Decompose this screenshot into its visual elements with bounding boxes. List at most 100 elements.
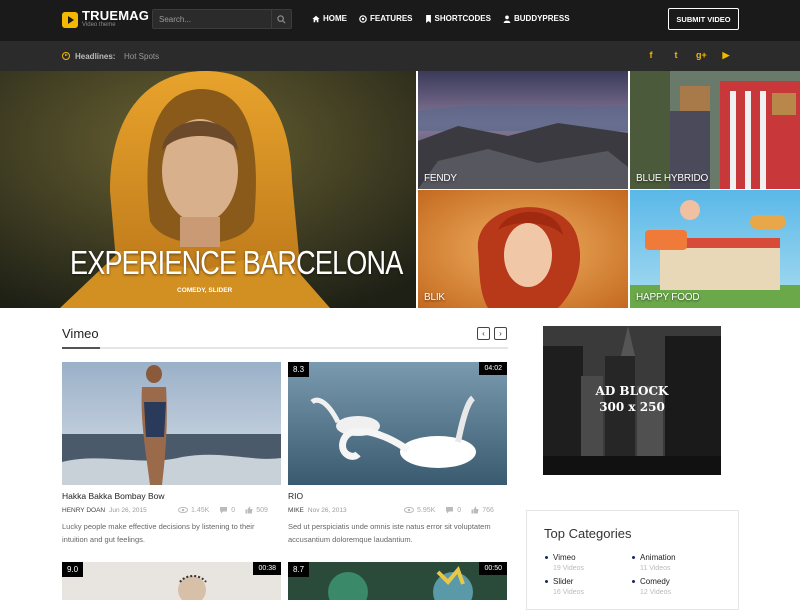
views-count: 5.95K bbox=[417, 506, 436, 514]
search-icon bbox=[277, 14, 286, 24]
social-links: f t g+ ▶ bbox=[646, 50, 731, 61]
tile-photo bbox=[630, 190, 800, 308]
comment-icon bbox=[446, 507, 454, 514]
thumbnail-photo bbox=[62, 362, 281, 485]
video-stats: 5.95K 0 766 bbox=[404, 506, 494, 514]
video-thumbnail[interactable] bbox=[62, 362, 281, 485]
hero-categories[interactable]: COMEDY, SLIDER bbox=[177, 287, 232, 294]
submit-video-button[interactable]: SUBMIT VIDEO bbox=[668, 8, 739, 30]
video-date: Nov 26, 2013 bbox=[307, 507, 347, 514]
section-divider bbox=[62, 347, 508, 349]
nav-shortcodes[interactable]: SHORTCODES bbox=[425, 14, 491, 23]
featured-tile-blik[interactable]: BLIK bbox=[418, 190, 628, 308]
video-date: Jun 26, 2015 bbox=[109, 507, 147, 514]
comments-stat: 0 bbox=[219, 506, 235, 514]
logo-name: TRUEMAG bbox=[82, 8, 150, 23]
top-categories-widget: Top Categories Vimeo 19 Videos Animation… bbox=[526, 510, 739, 610]
prev-button[interactable]: ‹ bbox=[477, 327, 490, 340]
headline-play-icon bbox=[62, 52, 70, 60]
tile-photo bbox=[418, 190, 628, 308]
nav-features[interactable]: FEATURES bbox=[359, 14, 413, 23]
tile-title: HAPPY FOOD bbox=[636, 292, 700, 303]
video-thumbnail[interactable]: 8.7 00:50 bbox=[288, 562, 507, 600]
featured-tile-blue-hybrido[interactable]: BLUE HYBRIDO bbox=[630, 71, 800, 189]
ad-label: AD BLOCK 300 x 250 bbox=[543, 383, 721, 415]
nav-home-label: HOME bbox=[323, 14, 347, 23]
comments-count: 0 bbox=[457, 506, 462, 514]
duration-badge: 04:02 bbox=[479, 362, 507, 375]
tile-title: BLUE HYBRIDO bbox=[636, 173, 709, 184]
tile-title: FENDY bbox=[424, 173, 457, 184]
views-stat: 5.95K bbox=[404, 506, 435, 514]
main-nav: HOME FEATURES SHORTCODES BUDDYPRESS bbox=[312, 14, 570, 23]
logo[interactable]: TRUEMAG Video theme bbox=[62, 8, 150, 29]
nav-buddypress-label: BUDDYPRESS bbox=[513, 14, 570, 23]
featured-tile-fendy[interactable]: FENDY bbox=[418, 71, 628, 189]
video-description: Lucky people make effective decisions by… bbox=[62, 522, 255, 544]
thumbnail-photo bbox=[288, 362, 507, 485]
google-plus-icon[interactable]: g+ bbox=[696, 50, 707, 61]
rating-badge: 8.3 bbox=[288, 362, 310, 377]
eye-icon bbox=[404, 507, 414, 513]
views-stat: 1.45K bbox=[178, 506, 209, 514]
rating-badge: 8.7 bbox=[288, 562, 310, 577]
hero-title[interactable]: EXPERIENCE BARCELONA bbox=[70, 244, 403, 282]
comments-stat: 0 bbox=[445, 506, 461, 514]
nav-buddypress[interactable]: BUDDYPRESS bbox=[503, 14, 570, 23]
headline-link[interactable]: Hot Spots bbox=[124, 52, 159, 61]
video-stats: 1.45K 0 509 bbox=[178, 506, 268, 514]
widget-title: Top Categories bbox=[544, 526, 632, 541]
video-description: Sed ut perspiciatis unde omnis iste natu… bbox=[288, 522, 491, 544]
thumbs-up-icon bbox=[245, 506, 253, 514]
twitter-icon[interactable]: t bbox=[671, 50, 681, 61]
thumbnail-photo bbox=[288, 562, 507, 600]
video-title[interactable]: RIO bbox=[288, 491, 303, 501]
video-author[interactable]: HENRY DOAN bbox=[62, 507, 105, 514]
video-meta: MIKE Nov 26, 2013 bbox=[288, 507, 347, 514]
category-link[interactable]: Vimeo bbox=[545, 553, 576, 562]
features-icon bbox=[359, 14, 367, 23]
category-link[interactable]: Comedy bbox=[632, 577, 670, 586]
category-link[interactable]: Slider bbox=[544, 577, 573, 586]
video-title[interactable]: Hakka Bakka Bombay Bow bbox=[62, 491, 165, 501]
top-navbar: TRUEMAG Video theme HOME FEATURES SHORTC… bbox=[0, 0, 800, 41]
category-count: 11 Videos bbox=[640, 565, 671, 572]
headlines-label: Headlines: bbox=[75, 52, 116, 61]
eye-icon bbox=[178, 507, 188, 513]
nav-home[interactable]: HOME bbox=[312, 14, 347, 23]
home-icon bbox=[312, 15, 320, 22]
video-thumbnail[interactable]: 9.0 00:38 bbox=[62, 562, 281, 600]
video-author[interactable]: MIKE bbox=[288, 507, 304, 514]
ad-block[interactable]: AD BLOCK 300 x 250 bbox=[543, 326, 721, 475]
facebook-icon[interactable]: f bbox=[646, 50, 656, 61]
logo-tagline: Video theme bbox=[82, 22, 116, 28]
search-button[interactable] bbox=[271, 10, 291, 28]
nav-shortcodes-label: SHORTCODES bbox=[434, 14, 491, 23]
tile-photo bbox=[418, 71, 628, 189]
search-box bbox=[152, 9, 292, 29]
search-input[interactable] bbox=[159, 13, 269, 26]
featured-tile-happy-food[interactable]: HAPPY FOOD bbox=[630, 190, 800, 308]
category-count: 12 Videos bbox=[640, 589, 672, 596]
comment-icon bbox=[220, 507, 228, 514]
video-thumbnail[interactable]: 8.3 04:02 bbox=[288, 362, 507, 485]
thumbs-up-icon bbox=[471, 506, 479, 514]
category-link[interactable]: Animation bbox=[632, 553, 676, 562]
next-button[interactable]: › bbox=[494, 327, 507, 340]
duration-badge: 00:38 bbox=[253, 562, 281, 575]
tile-photo bbox=[630, 71, 800, 189]
tile-title: BLIK bbox=[424, 292, 445, 303]
section-title: Vimeo bbox=[62, 326, 99, 341]
bookmark-icon bbox=[425, 14, 431, 23]
likes-count: 509 bbox=[256, 506, 268, 514]
likes-stat: 766 bbox=[471, 506, 494, 514]
user-icon bbox=[503, 15, 511, 23]
ad-label-line1: AD BLOCK bbox=[595, 384, 669, 398]
nav-features-label: FEATURES bbox=[370, 14, 413, 23]
thumbnail-photo bbox=[62, 562, 281, 600]
youtube-icon[interactable]: ▶ bbox=[721, 50, 731, 61]
rating-badge: 9.0 bbox=[62, 562, 84, 577]
headlines-bar: Headlines: Hot Spots f t g+ ▶ bbox=[0, 41, 800, 71]
video-meta: HENRY DOAN Jun 26, 2015 bbox=[62, 507, 147, 514]
likes-stat: 509 bbox=[245, 506, 268, 514]
